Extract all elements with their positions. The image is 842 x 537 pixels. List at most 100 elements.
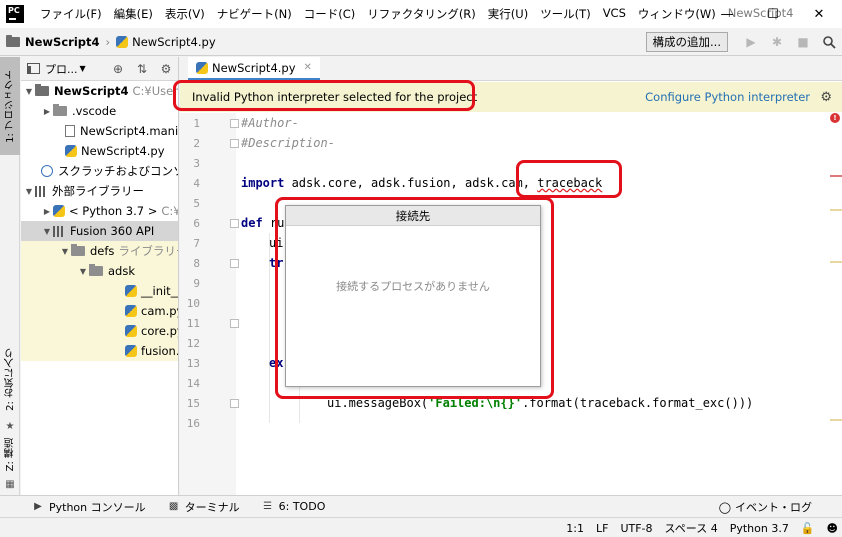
error-indicator-icon[interactable]: ! — [830, 113, 840, 123]
maximize-icon[interactable]: ☐ — [750, 0, 796, 28]
line-number: 10 — [186, 297, 200, 310]
tab-todo[interactable]: ☰ 6: TODO — [262, 500, 325, 513]
tab-terminal[interactable]: ▩ ターミナル — [168, 499, 240, 515]
menu-file[interactable]: ファイル(F) — [34, 6, 108, 22]
chevron-down-icon: ▼ — [79, 64, 86, 73]
line-number: 7 — [193, 237, 200, 250]
menu-edit[interactable]: 編集(E) — [108, 6, 159, 22]
chevron-down-icon[interactable]: ▼ — [77, 267, 89, 276]
run-toolbar: 構成の追加... ▶ ✱ ■ — [645, 28, 842, 56]
code-line-2: #Description- — [241, 136, 335, 150]
left-tool-strip: 1: プロジェクト 2: お気に入り ★ Z: 構造 ▦ — [0, 57, 20, 495]
error-stripe[interactable] — [830, 113, 842, 495]
tab-event-log[interactable]: ◯ イベント・ログ — [719, 496, 812, 518]
window-controls: — ☐ ✕ — [704, 0, 842, 28]
tree-item-project-root[interactable]: ▼ NewScript4 C:¥Users — [21, 81, 178, 101]
tree-item-python-sdk[interactable]: ▶ < Python 3.7 > C:¥ — [21, 201, 178, 221]
breadcrumb-file[interactable]: NewScript4.py — [132, 35, 216, 49]
tree-item-fusion[interactable]: fusion.p — [21, 341, 178, 361]
menu-code[interactable]: コード(C) — [298, 6, 362, 22]
annotation-box-banner — [173, 80, 475, 111]
tab-project[interactable]: 1: プロジェクト — [0, 57, 20, 155]
tree-item-cam[interactable]: cam.py — [21, 301, 178, 321]
tree-item-external-libraries[interactable]: ▼ 外部ライブラリー — [21, 181, 178, 201]
pycharm-logo-icon: PC — [6, 5, 24, 23]
menu-refactor[interactable]: リファクタリング(R) — [361, 6, 482, 22]
tree-item-fusion-api[interactable]: ▼ Fusion 360 API — [21, 221, 178, 241]
close-icon[interactable]: ✕ — [796, 0, 842, 28]
tree-item-defs[interactable]: ▼ defs ライブラリー — [21, 241, 178, 261]
line-number: 9 — [193, 277, 200, 290]
todo-list-icon: ☰ — [263, 501, 273, 512]
breadcrumb-project[interactable]: NewScript4 — [25, 35, 100, 49]
library-icon — [53, 225, 65, 237]
locate-file-icon[interactable]: ⊕ — [106, 62, 130, 76]
inspector-icon[interactable]: ☻ — [827, 522, 838, 535]
tree-item-manifest[interactable]: NewScript4.manife — [21, 121, 178, 141]
python-file-icon — [125, 285, 137, 297]
scratch-icon — [41, 165, 53, 177]
line-number: 2 — [193, 137, 200, 150]
fold-toggle-icon[interactable] — [230, 259, 239, 268]
project-panel-header: プロ... ▼ ⊕ ⇅ ⚙ — [21, 57, 178, 81]
warning-marker[interactable] — [830, 419, 842, 421]
line-number: 11 — [186, 317, 200, 330]
chevron-down-icon[interactable]: ▼ — [59, 247, 71, 256]
menu-run[interactable]: 実行(U) — [482, 6, 534, 22]
debug-icon[interactable]: ✱ — [764, 35, 790, 49]
line-number-gutter: 1 2 3 4 5 6 7 8 9 10 11 12 13 14 15 16 — [180, 113, 239, 495]
fold-toggle-icon[interactable] — [230, 139, 239, 148]
menu-view[interactable]: 表示(V) — [159, 6, 211, 22]
tab-favorites[interactable]: 2: お気に入り — [0, 339, 20, 419]
line-separator[interactable]: LF — [596, 522, 608, 535]
fold-toggle-icon[interactable] — [230, 319, 239, 328]
caret-position[interactable]: 1:1 — [566, 522, 584, 535]
breadcrumb: NewScript4 › NewScript4.py — [6, 34, 216, 49]
stop-icon[interactable]: ■ — [790, 35, 816, 49]
fold-toggle-icon[interactable] — [230, 399, 239, 408]
error-marker[interactable] — [830, 175, 842, 177]
gear-icon[interactable]: ⚙ — [154, 62, 178, 76]
tab-newscript4-py[interactable]: NewScript4.py ✕ — [188, 57, 320, 81]
fold-toggle-icon[interactable] — [230, 219, 239, 228]
tree-item-core[interactable]: core.py — [21, 321, 178, 341]
minimize-icon[interactable]: — — [704, 0, 750, 28]
python-interpreter[interactable]: Python 3.7 — [730, 522, 789, 535]
menu-navigate[interactable]: ナビゲート(N) — [211, 6, 298, 22]
python-file-icon — [116, 35, 129, 48]
chevron-down-icon[interactable]: ▼ — [23, 187, 35, 196]
chevron-right-icon: › — [105, 34, 111, 49]
warning-marker[interactable] — [830, 261, 842, 263]
configure-interpreter-link[interactable]: Configure Python interpreter — [645, 82, 810, 112]
add-configuration-button[interactable]: 構成の追加... — [645, 32, 728, 52]
structure-icon: ▦ — [5, 478, 15, 490]
line-number: 16 — [186, 417, 200, 430]
close-tab-icon[interactable]: ✕ — [304, 62, 312, 73]
gear-icon[interactable]: ⚙ — [820, 82, 832, 112]
tab-structure[interactable]: Z: 構造 — [0, 435, 20, 475]
menu-tools[interactable]: ツール(T) — [534, 6, 597, 22]
collapse-all-icon[interactable]: ⇅ — [130, 62, 154, 76]
fold-toggle-icon[interactable] — [230, 119, 239, 128]
search-icon[interactable] — [816, 35, 842, 49]
tree-item-vscode[interactable]: ▶ .vscode — [21, 101, 178, 121]
chevron-right-icon[interactable]: ▶ — [41, 207, 53, 216]
project-view-selector[interactable]: プロ... — [45, 61, 78, 77]
event-log-icon: ◯ — [718, 500, 731, 514]
warning-marker[interactable] — [830, 209, 842, 211]
menu-vcs[interactable]: VCS — [597, 6, 632, 22]
run-icon[interactable]: ▶ — [738, 35, 764, 49]
title-bar: PC ファイル(F) 編集(E) 表示(V) ナビゲート(N) コード(C) リ… — [0, 0, 842, 28]
file-encoding[interactable]: UTF-8 — [620, 522, 652, 535]
star-icon: ★ — [5, 420, 15, 432]
chevron-right-icon[interactable]: ▶ — [41, 107, 53, 116]
tree-item-adsk[interactable]: ▼ adsk — [21, 261, 178, 281]
chevron-down-icon[interactable]: ▼ — [41, 227, 53, 236]
indent-setting[interactable]: スペース 4 — [665, 520, 718, 536]
lock-icon[interactable]: 🔓 — [801, 522, 815, 535]
chevron-down-icon[interactable]: ▼ — [23, 87, 35, 96]
tree-item-scratches[interactable]: スクラッチおよびコンソール — [21, 161, 178, 181]
tree-item-script[interactable]: NewScript4.py — [21, 141, 178, 161]
tab-python-console[interactable]: ▶ Python コンソール — [32, 499, 146, 515]
tree-item-init[interactable]: __init__ — [21, 281, 178, 301]
